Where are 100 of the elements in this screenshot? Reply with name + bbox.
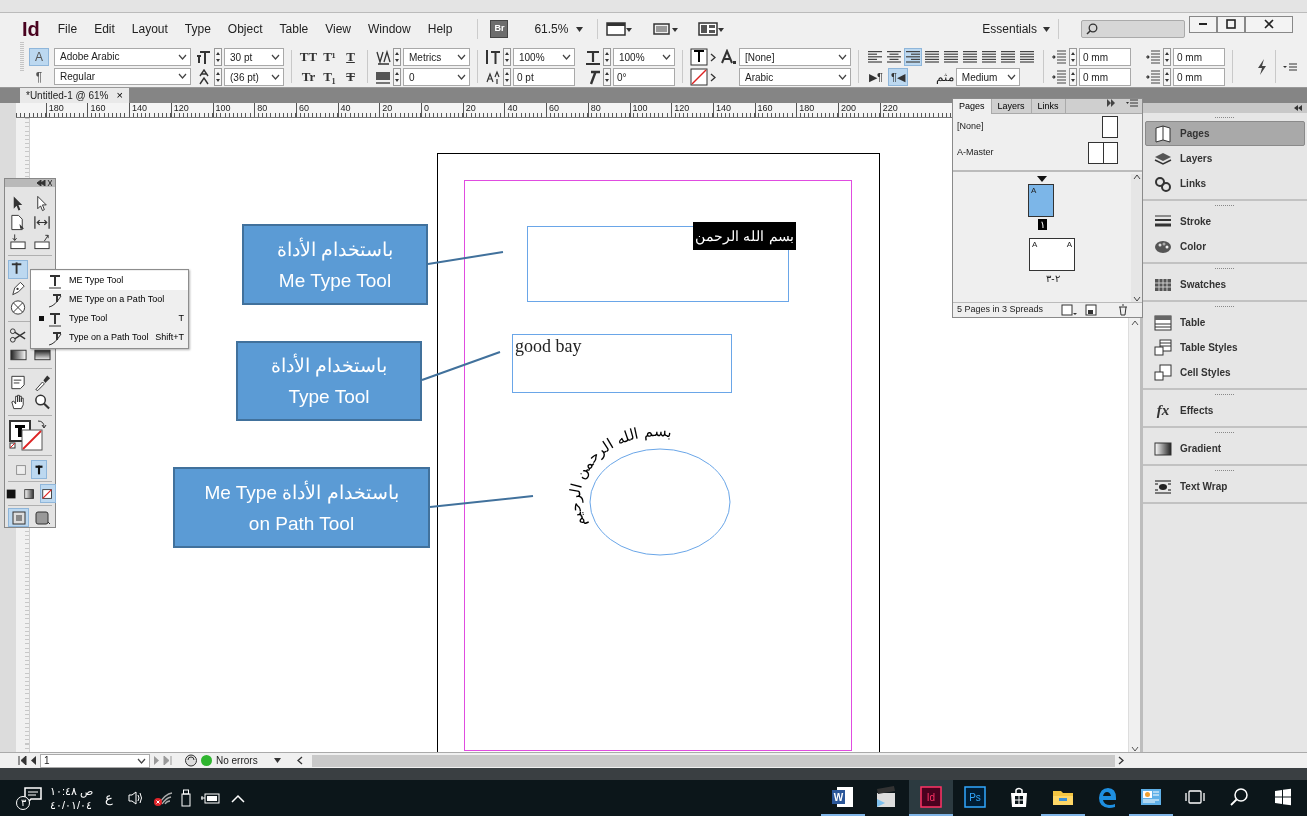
font-size-dropdown[interactable]: 30 pt [224,48,284,66]
new-page-icon[interactable] [1085,304,1098,316]
tracking-dropdown[interactable]: 0 [403,68,470,86]
type-style-button[interactable]: T₁ [320,68,339,85]
bridge-button[interactable]: Br [490,20,509,38]
align-button[interactable] [1018,48,1036,66]
kashida-dropdown[interactable]: Medium [955,68,1020,86]
edit-page-size-icon[interactable] [1061,304,1078,316]
panel-button[interactable]: Layers [1145,146,1305,171]
vertical-scale-dropdown[interactable]: 100% [513,48,575,66]
panel-button[interactable]: Pages [1145,121,1305,146]
align-button[interactable] [999,48,1017,66]
align-button[interactable] [923,48,941,66]
menu-item[interactable]: Window [368,18,411,40]
direction-button[interactable]: ¶◀ [887,68,908,86]
type-style-button[interactable]: T [341,68,360,85]
master-item[interactable]: [None] [957,120,984,134]
align-button[interactable] [866,48,884,66]
wifi-disconnected-icon[interactable] [153,790,174,806]
spinner-icon[interactable] [1069,68,1077,86]
panel-button[interactable]: fx Effects [1145,398,1305,423]
mode-button[interactable]: ¶ [29,68,49,86]
close-tab-button[interactable]: × [116,90,123,101]
vertical-scrollbar[interactable] [1129,320,1141,752]
menu-item[interactable]: View [325,18,352,40]
character-style-dropdown[interactable]: [None] [739,48,851,66]
horizontal-scrollbar[interactable] [312,754,1115,767]
close-button[interactable] [1245,15,1293,33]
tool-button[interactable] [8,231,28,251]
previous-page-icon[interactable] [30,756,37,765]
view-options-icon[interactable] [606,22,633,36]
collapse-icon[interactable] [1293,105,1303,111]
type-style-button[interactable]: Tr [299,68,318,85]
panel-tab[interactable]: Links [1031,99,1066,114]
document-tab[interactable]: *Untitled-1 @ 61% [26,88,109,103]
minimize-button[interactable] [1189,15,1217,33]
first-page-icon[interactable] [18,756,27,765]
spinner-icon[interactable] [1163,48,1171,66]
align-button[interactable] [942,48,960,66]
menu-item[interactable]: File [57,18,78,40]
text-fill-icon[interactable] [690,48,708,66]
scroll-left-icon[interactable] [297,756,303,765]
zoom-level[interactable]: 61.5% [534,20,569,38]
scroll-down-icon[interactable] [1131,746,1139,752]
indent-field[interactable]: 0 mm [1079,68,1131,86]
arrange-documents-icon[interactable] [698,22,725,36]
panel-tab[interactable]: Pages [953,99,992,114]
menu-item[interactable]: Edit [94,18,115,40]
spinner-icon[interactable] [393,48,401,66]
type-style-button[interactable]: T [341,48,360,65]
spinner-icon[interactable] [214,48,222,66]
panel-menu-icon[interactable] [1126,99,1138,107]
apply-button[interactable] [40,484,56,504]
clock-date[interactable]: ٤٠/٠١/٠٤ [50,798,93,812]
panel-scrollbar[interactable] [1131,174,1142,302]
mode-button[interactable]: A [29,48,49,66]
collapse-icon[interactable] [36,179,52,186]
menu-item[interactable]: Help [427,18,453,40]
page-number-field[interactable]: 1 [40,753,150,768]
page-thumbnail[interactable]: A [1028,184,1054,217]
panel-button[interactable]: Cell Styles [1145,360,1305,385]
master-thumbnail[interactable] [1088,142,1118,164]
panel-button[interactable]: Color [1145,234,1305,259]
font-family-dropdown[interactable]: Adobe Arabic [54,48,191,66]
lightning-icon[interactable] [1256,57,1268,76]
screen-mode-icon[interactable] [652,22,679,36]
align-button[interactable] [980,48,998,66]
maximize-button[interactable] [1217,15,1245,33]
leading-dropdown[interactable]: (36 pt) [224,68,284,86]
page-thumbnail[interactable]: A A [1029,238,1075,271]
direction-button[interactable]: ▶¶ [866,68,886,86]
spinner-icon[interactable] [214,68,222,86]
master-thumbnail[interactable] [1102,116,1118,138]
indent-field[interactable]: 0 mm [1079,48,1131,66]
clock-time[interactable]: ص ١٠:٤٨ [50,784,94,798]
menu-item[interactable]: Type [184,18,211,40]
spinner-icon[interactable] [603,68,611,86]
expand-icon[interactable] [1106,99,1116,107]
workspace-switcher[interactable]: Essentials [982,20,1037,38]
align-button[interactable] [904,48,922,66]
menu-item[interactable]: ME Type Tool [31,271,188,290]
spinner-icon[interactable] [1069,48,1077,66]
indent-field[interactable]: 0 mm [1173,48,1225,66]
tool-button[interactable] [8,259,28,279]
taskbar-app[interactable]: Ps [953,780,997,816]
spinner-icon[interactable] [503,68,511,86]
chevron-up-icon[interactable] [231,793,246,803]
panel-menu-icon[interactable] [1283,61,1297,72]
panel-button[interactable]: Gradient [1145,436,1305,461]
menu-item[interactable]: Type on a Path Tool Shift+T [31,328,188,347]
type-style-button[interactable]: T¹ [320,48,339,65]
menu-item[interactable]: Object [227,18,263,40]
text-stroke-icon[interactable] [690,68,708,86]
scroll-up-icon[interactable] [1131,320,1139,326]
formatting-button[interactable] [31,460,47,480]
panel-button[interactable]: Stroke [1145,209,1305,234]
baseline-shift-field[interactable]: 0 pt [513,68,575,86]
align-button[interactable] [885,48,903,66]
indent-field[interactable]: 0 mm [1173,68,1225,86]
tool-button[interactable] [8,297,28,317]
